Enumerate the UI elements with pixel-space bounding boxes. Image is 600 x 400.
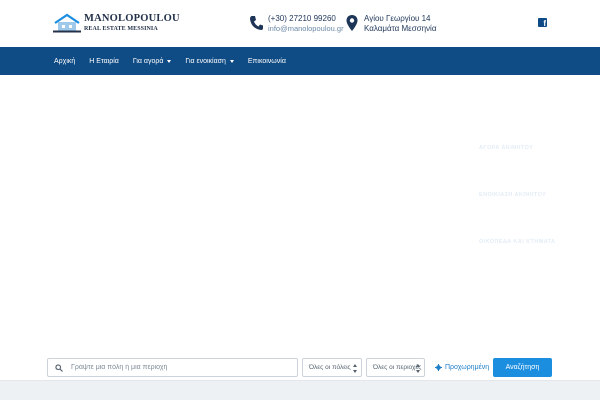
advanced-search-label: Προχωρημένη [445, 364, 490, 371]
select-arrows-icon [353, 364, 358, 373]
nav-item-buy[interactable]: Για αγορά [133, 58, 172, 65]
hero-link-land[interactable]: ΟΙΚΟΠΕΔΑ ΚΑΙ ΚΤΗΜΑΤΑ [479, 239, 555, 245]
city-select-value: Όλες οι πόλεις [309, 364, 351, 371]
phone-number[interactable]: (+30) 27210 99260 [268, 14, 344, 24]
caret-down-icon [229, 59, 234, 63]
city-select[interactable]: Όλες οι πόλεις [302, 358, 362, 377]
search-button[interactable]: Αναζήτηση [493, 358, 552, 377]
nav-item-contact[interactable]: Επικοινωνία [248, 58, 286, 65]
main-nav: Αρχική Η Εταιρία Για αγορά Για ενοικίαση… [0, 47, 600, 75]
facebook-icon[interactable]: f [538, 18, 547, 28]
select-arrows-icon [416, 364, 421, 373]
email-link[interactable]: info@manolopoulou.gr [268, 24, 344, 34]
hero-link-rent[interactable]: ΕΝΟΙΚΙΑΣΗ ΑΚΙΝΗΤΟΥ [479, 192, 546, 198]
nav-item-company[interactable]: Η Εταιρία [89, 58, 119, 65]
hero-link-buy[interactable]: ΑΓΟΡΑ ΑΚΙΝΗΤΟΥ [479, 145, 533, 151]
logo-name: MANOLOPOULOU [84, 12, 180, 24]
logo-subtitle: REAL ESTATE MESSINIA [84, 26, 158, 33]
address-line-1: Αγίου Γεωργίου 14 [364, 14, 431, 23]
search-icon [55, 363, 63, 372]
search-input-wrapper[interactable] [47, 358, 298, 377]
map-pin-icon [346, 15, 358, 31]
bottom-strip [0, 380, 600, 400]
logo[interactable]: MANOLOPOULOU REAL ESTATE MESSINIA [53, 12, 180, 33]
area-select[interactable]: Όλες οι περιοχές [366, 358, 425, 377]
house-logo-icon [53, 13, 81, 33]
contact-address-block: Αγίου Γεωργίου 14 Καλαμάτα Μεσσηνία [345, 14, 436, 34]
nav-item-label: Η Εταιρία [89, 57, 119, 65]
page: MANOLOPOULOU REAL ESTATE MESSINIA (+30) … [0, 0, 600, 400]
nav-item-home[interactable]: Αρχική [54, 58, 75, 65]
address-line-2: Καλαμάτα Μεσσηνία [364, 24, 437, 33]
advanced-search-toggle[interactable]: Προχωρημένη [435, 358, 489, 377]
nav-item-label: Για αγορά [132, 57, 164, 65]
site-header: MANOLOPOULOU REAL ESTATE MESSINIA (+30) … [0, 0, 600, 47]
nav-item-label: Αρχική [54, 57, 76, 65]
nav-item-label: Επικοινωνία [247, 57, 286, 65]
gear-icon [435, 364, 442, 371]
caret-down-icon [167, 59, 172, 63]
hero-section: ΑΓΟΡΑ ΑΚΙΝΗΤΟΥ ΕΝΟΙΚΙΑΣΗ ΑΚΙΝΗΤΟΥ ΟΙΚΟΠΕ… [0, 75, 600, 380]
search-input[interactable] [71, 364, 291, 371]
phone-icon [250, 16, 263, 30]
contact-phone-block: (+30) 27210 99260 info@manolopoulou.gr [249, 14, 344, 34]
nav-item-rent[interactable]: Για ενοικίαση [185, 58, 234, 65]
area-select-value: Όλες οι περιοχές [373, 364, 422, 371]
nav-item-label: Για ενοικίαση [185, 57, 226, 65]
